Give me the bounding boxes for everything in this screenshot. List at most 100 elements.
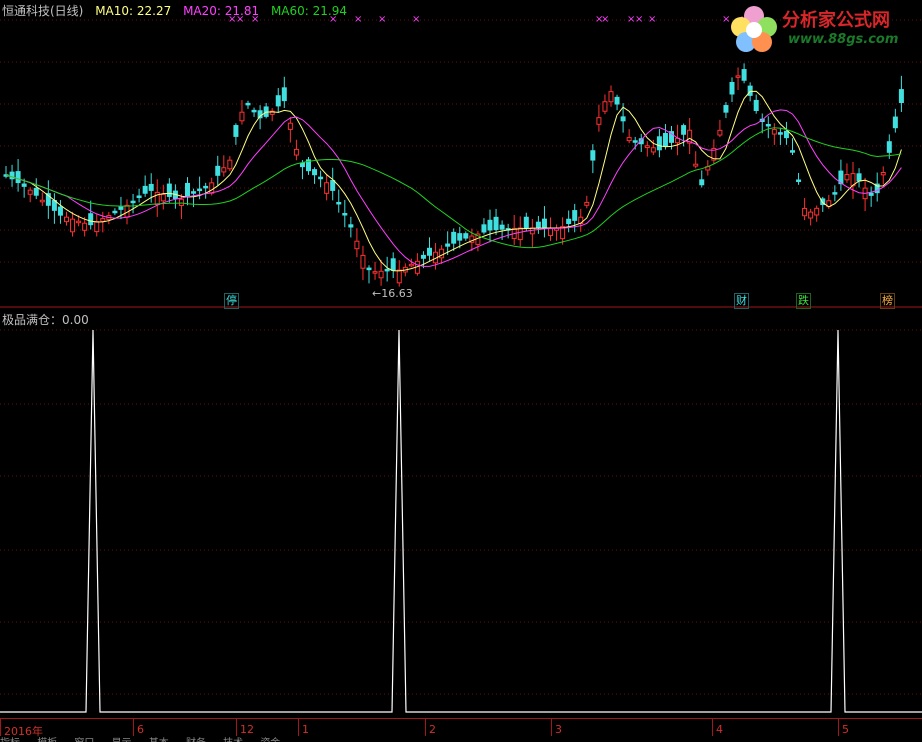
candle-body <box>287 122 293 130</box>
candle-body <box>299 162 305 168</box>
tag-ranking[interactable]: 榜 <box>880 293 895 309</box>
candle-body <box>275 95 281 107</box>
candle-body <box>33 187 39 196</box>
candle-body <box>771 129 777 135</box>
tab-7[interactable]: 资金 <box>260 738 280 742</box>
candle-body <box>227 159 233 170</box>
candle-body <box>245 102 251 106</box>
candle-body <box>808 211 814 219</box>
candle-body <box>548 227 553 237</box>
candle-body <box>239 111 245 122</box>
candle-body <box>699 179 705 186</box>
candle-body <box>142 185 148 194</box>
candle-body <box>463 233 469 239</box>
candle-body <box>209 182 215 194</box>
candle-body <box>390 258 396 271</box>
candle-body <box>215 165 221 176</box>
candle-body <box>439 248 445 259</box>
candle-body <box>88 213 94 226</box>
candle-body <box>384 268 390 272</box>
logo-title: 分析家公式网 <box>782 10 890 31</box>
logo-url: www.88gs.com <box>788 32 899 47</box>
tab-3[interactable]: 显示 <box>112 738 132 742</box>
candle-body <box>70 218 76 233</box>
candle-body <box>656 136 662 151</box>
site-logo: 分析家公式网 www.88gs.com <box>726 2 916 54</box>
ma20-label: MA20: 21.81 <box>183 4 260 18</box>
candle-body <box>644 145 650 149</box>
tag-drop[interactable]: 跌 <box>796 293 811 309</box>
candle-body <box>735 75 741 78</box>
signal-cross-icon: × <box>378 14 386 25</box>
candle-body <box>82 222 88 231</box>
tag-suspend[interactable]: 停 <box>224 293 239 309</box>
flower-logo-icon <box>731 6 777 52</box>
candle-body <box>796 179 802 182</box>
candle-body <box>318 176 324 180</box>
candle-body <box>535 221 541 229</box>
candle-body <box>523 216 529 229</box>
tab-5[interactable]: 财务 <box>186 738 206 742</box>
candle-body <box>566 218 572 225</box>
tab-1[interactable]: 模板 <box>37 738 57 742</box>
tab-2[interactable]: 窗口 <box>74 738 94 742</box>
candle-body <box>15 171 21 184</box>
candle-body <box>64 216 69 223</box>
tab-4[interactable]: 基本 <box>149 738 169 742</box>
candle-body <box>886 141 892 153</box>
signal-cross-icon: × <box>648 14 656 25</box>
candle-body <box>517 227 523 241</box>
candle-body <box>729 81 735 95</box>
candle-body <box>662 132 668 147</box>
price-panel-header: 恒通科技(日线) MA10: 22.27 MA20: 21.81 MA60: 2… <box>2 2 355 19</box>
stock-title: 恒通科技(日线) <box>2 4 84 18</box>
candle-body <box>487 219 493 231</box>
candle-body <box>330 180 336 191</box>
candle-body <box>572 210 578 221</box>
candle-body <box>324 182 330 194</box>
candle-body <box>898 89 904 104</box>
tag-finance[interactable]: 财 <box>734 293 749 309</box>
candle-body <box>136 195 142 198</box>
candle-body <box>451 231 457 244</box>
candle-body <box>197 188 203 192</box>
signal-cross-icon: × <box>354 14 362 25</box>
candle-body <box>650 147 656 153</box>
indicator-panel[interactable]: 极品满仓：0.00 <box>0 310 922 716</box>
candle-body <box>360 254 366 269</box>
candle-body <box>681 125 687 135</box>
candle-body <box>880 172 886 176</box>
candle-body <box>783 130 789 139</box>
low-price-label: ←16.63 <box>372 287 413 300</box>
tab-0[interactable]: 指标 <box>0 738 20 742</box>
candle-body <box>148 183 154 191</box>
candle-body <box>94 221 100 233</box>
candle-body <box>21 183 27 187</box>
candle-body <box>541 218 547 229</box>
candle-body <box>372 271 378 274</box>
candle-body <box>445 243 451 247</box>
candle-body <box>293 148 299 156</box>
candle-body <box>178 198 184 206</box>
candle-body <box>57 206 63 216</box>
candle-body <box>602 101 608 112</box>
indicator-title: 极品满仓：0.00 <box>2 313 89 327</box>
candle-body <box>747 85 753 96</box>
candle-body <box>892 116 898 129</box>
bottom-tab-bar[interactable]: 指标 模板 窗口 显示 基本 财务 技术 资金 <box>0 734 922 742</box>
candle-body <box>741 69 747 81</box>
candle-body <box>481 224 487 233</box>
candle-body <box>596 117 602 125</box>
tab-6[interactable]: 技术 <box>223 738 243 742</box>
candle-body <box>608 91 614 103</box>
indicator-line <box>0 329 922 713</box>
candle-body <box>717 129 723 136</box>
candle-body <box>221 167 227 173</box>
candle-body <box>427 247 432 256</box>
candle-body <box>590 150 596 161</box>
candle-body <box>354 240 360 250</box>
candle-body <box>39 199 45 203</box>
indicator-chart[interactable] <box>0 310 922 716</box>
candle-body <box>777 132 783 135</box>
candle-body <box>233 125 239 137</box>
